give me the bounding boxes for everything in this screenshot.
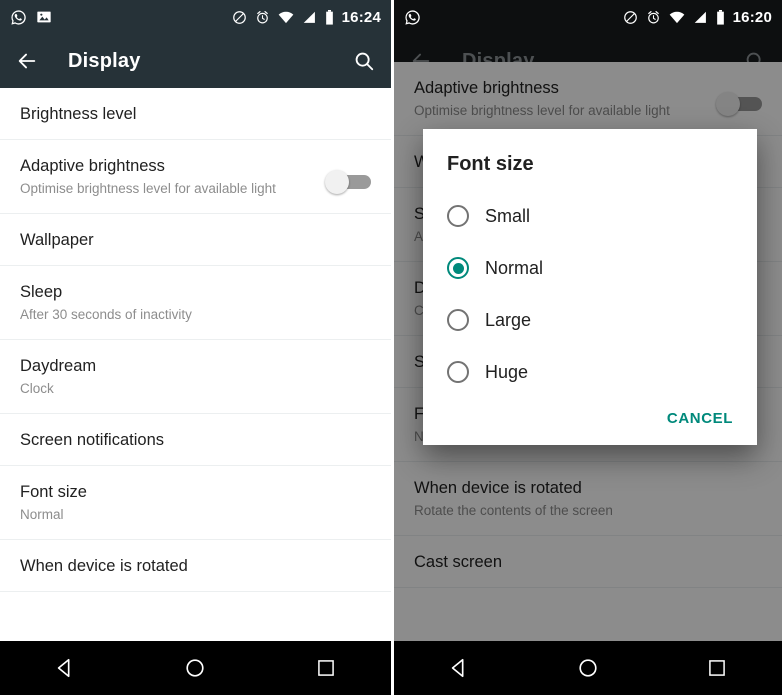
alarm-icon — [256, 10, 268, 23]
whatsapp-icon — [405, 9, 420, 25]
list-item[interactable]: Brightness level — [0, 88, 391, 140]
list-item-title: Wallpaper — [20, 231, 94, 249]
adaptive-brightness-toggle[interactable] — [325, 169, 371, 195]
back-nav-icon[interactable] — [45, 657, 85, 679]
radio-option-label: Huge — [485, 361, 529, 382]
radio-button-icon[interactable] — [447, 309, 469, 331]
toggle-thumb — [325, 170, 349, 194]
dialog-actions: CANCEL — [447, 398, 733, 437]
list-item[interactable]: Wallpaper — [0, 214, 391, 266]
wifi-icon — [278, 11, 293, 23]
page-title: Display — [68, 49, 141, 72]
status-bar-left-icons — [10, 9, 52, 26]
radio-option-label: Large — [485, 309, 532, 330]
list-item-title: Font size — [20, 483, 87, 501]
radio-option-label: Normal — [485, 257, 544, 278]
status-bar-right-icons: 16:24 — [232, 9, 381, 26]
do-not-disturb-icon — [232, 10, 246, 24]
back-arrow-icon[interactable] — [16, 50, 38, 72]
font-size-dialog: Font size Small Normal Large Huge CANCEL — [423, 129, 757, 445]
list-item[interactable]: When device is rotated — [0, 540, 391, 592]
home-nav-icon[interactable] — [175, 657, 215, 679]
list-item-title: Brightness level — [20, 105, 137, 123]
list-item-title: Daydream — [20, 357, 97, 375]
status-bar: 16:20 — [394, 0, 782, 34]
navigation-bar — [394, 641, 782, 695]
alarm-icon — [647, 10, 659, 23]
battery-icon — [716, 9, 724, 25]
list-item-subtitle: Optimise brightness level for available … — [20, 181, 276, 196]
home-nav-icon[interactable] — [568, 657, 608, 679]
radio-button-selected-icon[interactable] — [447, 257, 469, 279]
list-item-subtitle: Normal — [20, 507, 64, 522]
status-bar: 16:24 — [0, 0, 391, 34]
search-icon[interactable] — [353, 50, 375, 72]
recents-nav-icon[interactable] — [306, 658, 346, 678]
signal-icon — [694, 11, 706, 23]
status-bar-clock: 16:20 — [732, 8, 772, 26]
back-nav-icon[interactable] — [439, 657, 479, 679]
battery-icon — [325, 9, 333, 25]
settings-list: Brightness level Adaptive brightness Opt… — [0, 88, 391, 592]
do-not-disturb-icon — [623, 10, 637, 24]
list-item[interactable]: Screen notifications — [0, 414, 391, 466]
right-phone-screen: 16:20 Display Adaptive brightness Optimi… — [391, 0, 782, 695]
radio-option-label: Small — [485, 205, 531, 226]
radio-button-icon[interactable] — [447, 205, 469, 227]
list-item-title: Adaptive brightness — [20, 157, 165, 175]
list-item[interactable]: Font size Normal — [0, 466, 391, 540]
app-toolbar: Display — [0, 34, 391, 88]
list-item-title: Sleep — [20, 283, 63, 301]
navigation-bar — [0, 641, 391, 695]
radio-option-normal[interactable]: Normal — [447, 242, 733, 294]
list-item-subtitle: Clock — [20, 381, 54, 396]
left-phone-screen: 16:24 Display Brightness level Adaptive … — [0, 0, 391, 695]
radio-option-huge[interactable]: Huge — [447, 346, 733, 398]
status-bar-right-icons: 16:20 — [623, 9, 772, 26]
dual-screenshot-stage: 16:24 Display Brightness level Adaptive … — [0, 0, 782, 695]
list-item-title: Screen notifications — [20, 431, 164, 449]
signal-icon — [303, 11, 315, 23]
cancel-button[interactable]: CANCEL — [667, 410, 733, 427]
radio-option-small[interactable]: Small — [447, 190, 733, 242]
whatsapp-icon — [11, 9, 26, 25]
image-icon — [37, 11, 51, 23]
list-item[interactable]: Adaptive brightness Optimise brightness … — [0, 140, 391, 214]
list-item-subtitle: After 30 seconds of inactivity — [20, 307, 192, 322]
wifi-icon — [669, 11, 684, 23]
status-bar-clock: 16:24 — [341, 8, 381, 26]
list-item[interactable]: Sleep After 30 seconds of inactivity — [0, 266, 391, 340]
radio-option-large[interactable]: Large — [447, 294, 733, 346]
list-item[interactable]: Daydream Clock — [0, 340, 391, 414]
recents-nav-icon[interactable] — [697, 658, 737, 678]
radio-button-icon[interactable] — [447, 361, 469, 383]
list-item-title: When device is rotated — [20, 557, 188, 575]
status-bar-left-icons — [404, 9, 421, 26]
dialog-title: Font size — [447, 153, 534, 175]
